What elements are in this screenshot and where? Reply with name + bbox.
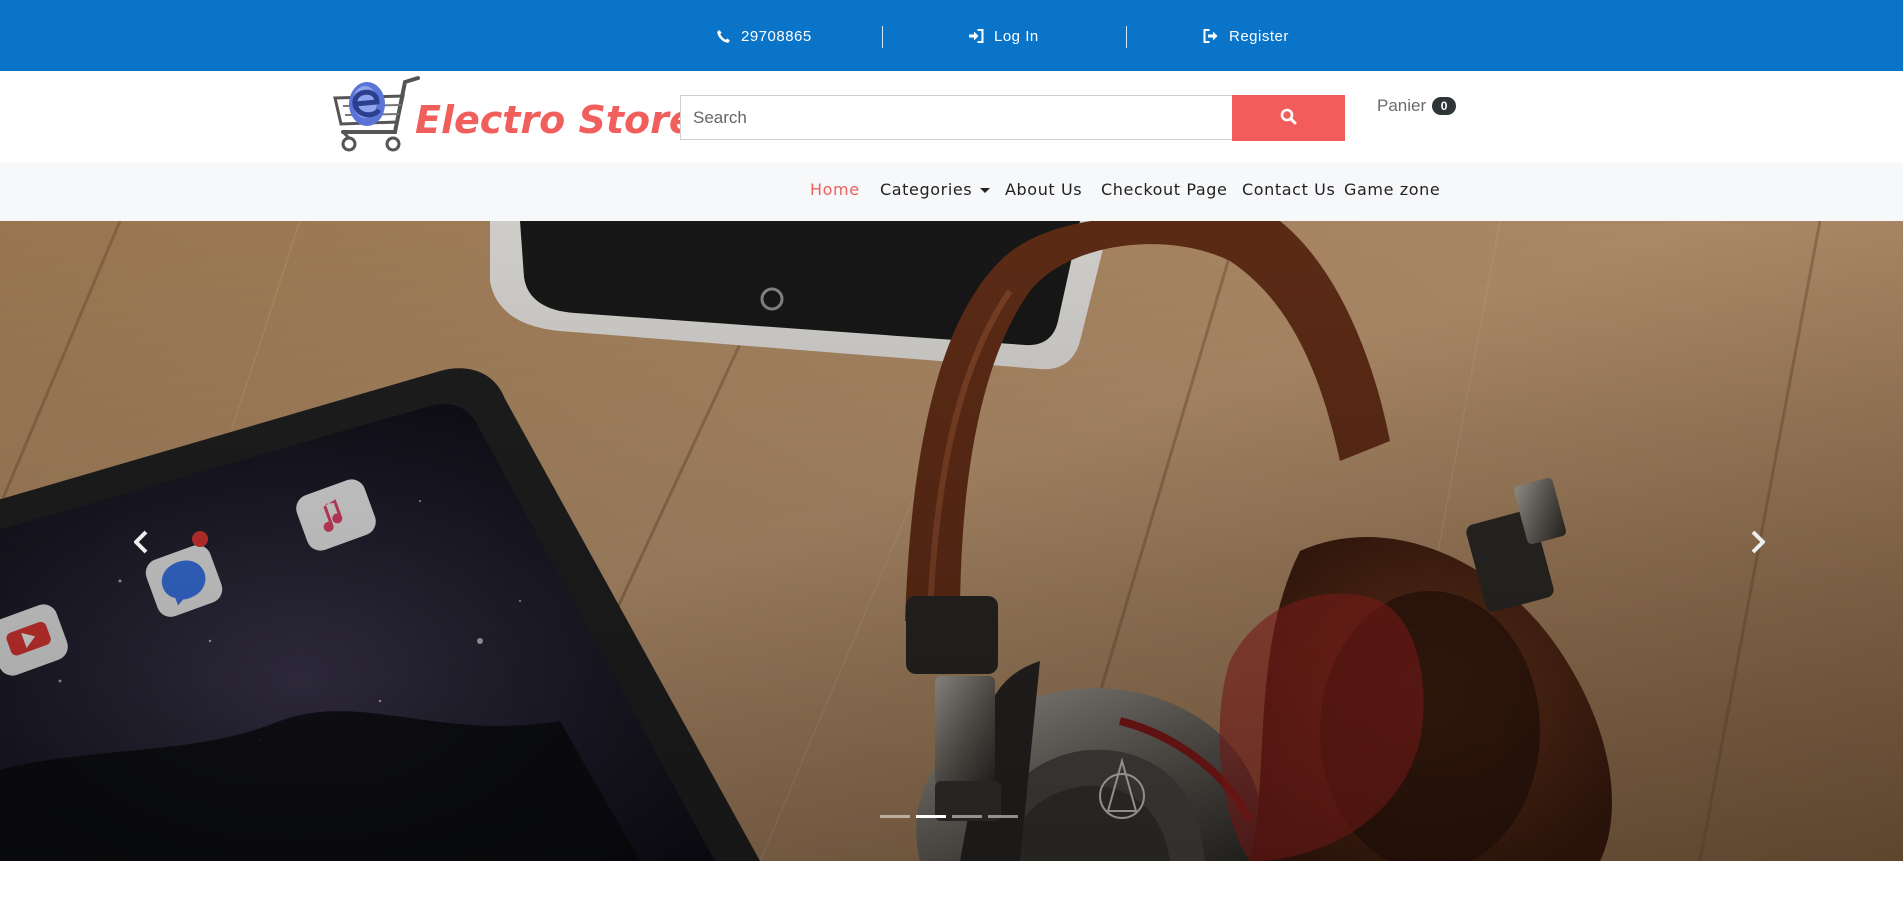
login-label: Log In — [994, 27, 1039, 45]
brand-name[interactable]: Electro Store — [415, 98, 695, 142]
sign-in-icon — [968, 29, 984, 43]
nav-contact-us[interactable]: Contact Us — [1242, 180, 1335, 199]
carousel-indicator[interactable] — [988, 815, 1018, 818]
login-link[interactable]: Log In — [968, 22, 1039, 50]
nav-about-us[interactable]: About Us — [1005, 180, 1082, 199]
caret-down-icon — [980, 188, 991, 193]
top-bar — [0, 0, 1903, 71]
search-icon — [1280, 108, 1297, 128]
register-link[interactable]: Register — [1203, 22, 1289, 50]
cart-link[interactable]: Panier 0 — [1377, 96, 1457, 116]
nav-categories[interactable]: Categories — [880, 180, 991, 199]
carousel-next-button[interactable] — [1742, 527, 1772, 557]
carousel-indicators — [880, 815, 1018, 818]
carousel-indicator[interactable] — [952, 815, 982, 818]
chevron-left-icon — [127, 530, 157, 561]
nav-game-zone[interactable]: Game zone — [1344, 180, 1440, 199]
nav-categories-label: Categories — [880, 180, 973, 199]
search-input[interactable] — [680, 95, 1232, 140]
carousel-indicator[interactable] — [880, 815, 910, 818]
chevron-right-icon — [1742, 530, 1772, 561]
nav-checkout-page[interactable]: Checkout Page — [1101, 180, 1227, 199]
sign-out-icon — [1203, 29, 1219, 43]
shopping-cart-logo-icon — [333, 76, 420, 152]
phone-contact[interactable]: 29708865 — [716, 22, 812, 50]
cart-label: Panier — [1377, 96, 1427, 115]
hero-carousel — [0, 221, 1903, 861]
phone-number: 29708865 — [741, 27, 812, 45]
divider — [882, 26, 883, 48]
register-label: Register — [1229, 27, 1289, 45]
nav-home[interactable]: Home — [810, 180, 860, 199]
search-button[interactable] — [1232, 95, 1345, 141]
carousel-prev-button[interactable] — [127, 527, 157, 557]
carousel-indicator[interactable] — [916, 815, 946, 818]
carousel-slide-image — [0, 221, 1903, 861]
divider — [1126, 26, 1127, 48]
phone-icon — [716, 29, 731, 44]
cart-count-badge: 0 — [1432, 97, 1457, 115]
